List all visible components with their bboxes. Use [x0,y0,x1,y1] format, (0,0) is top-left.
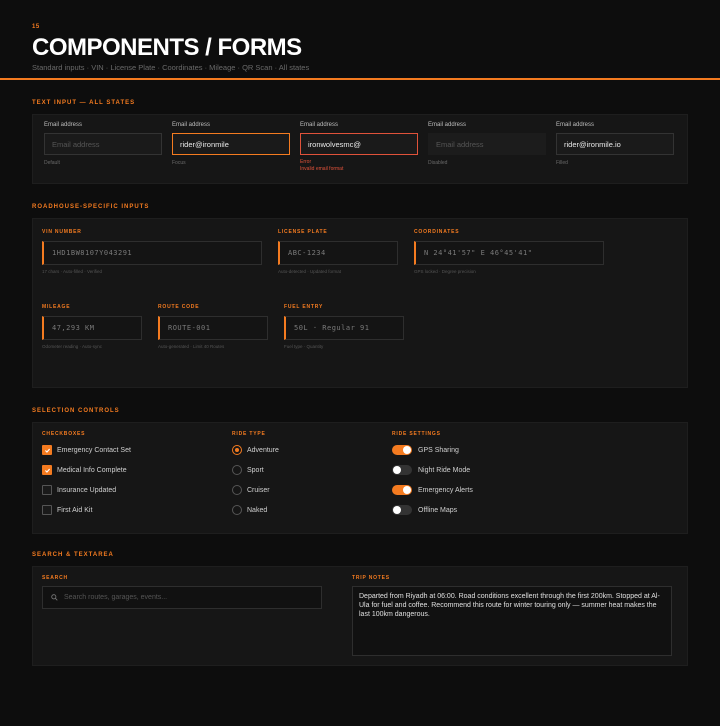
email-input-error[interactable]: ironwolvesmc@ [300,133,418,155]
radio-cruiser[interactable]: Cruiser [232,485,270,495]
roadhouse-panel: VIN NUMBER 1HD1BW8107Y043291 17 chars · … [32,218,688,388]
search-label: SEARCH [42,575,68,581]
checkbox-insurance[interactable]: Insurance Updated [42,485,116,495]
page-header: 15 COMPONENTS / FORMS Standard inputs · … [0,0,720,80]
radio-label: Cruiser [247,486,270,494]
checkbox-unchecked-icon[interactable] [42,505,52,515]
radio-unselected-icon[interactable] [232,485,242,495]
selection-panel: CHECKBOXES Emergency Contact Set Medical… [32,422,688,534]
radio-unselected-icon[interactable] [232,505,242,515]
plate-helper: Auto-detected · Updated format [278,269,342,274]
fuel-helper: Fuel type · Quantity [284,344,324,349]
coords-label: COORDINATES [414,229,460,235]
fuel-label: FUEL ENTRY [284,304,324,310]
checkboxes-label: CHECKBOXES [42,431,86,437]
radio-unselected-icon[interactable] [232,465,242,475]
coordinates-input[interactable]: N 24°41'57" E 46°45'41" [414,241,604,265]
fuel-entry-input[interactable]: 50L · Regular 91 [284,316,404,340]
state-label-disabled: Disabled [428,160,448,166]
toggle-label: GPS Sharing [418,446,459,454]
search-placeholder: Search routes, garages, events... [64,594,168,601]
toggle-label: Offline Maps [418,506,458,514]
page-title: COMPONENTS / FORMS [32,34,302,61]
radio-label: Sport [247,466,264,474]
radio-naked[interactable]: Naked [232,505,267,515]
ride-settings-label: RIDE SETTINGS [392,431,441,437]
field-label: Email address [556,122,595,128]
email-input-filled[interactable]: rider@ironmile.io [556,133,674,155]
toggle-off-icon[interactable] [392,505,412,515]
radio-label: Naked [247,506,268,514]
mileage-helper: Odometer reading · Auto-sync [42,344,103,349]
checkbox-checked-icon[interactable] [42,445,52,455]
error-message: Invalid email format [300,166,344,172]
vin-input[interactable]: 1HD1BW8107Y043291 [42,241,262,265]
radio-selected-icon[interactable] [232,445,242,455]
checkbox-label: Emergency Contact Set [57,446,131,454]
email-input-default[interactable]: Email address [44,133,162,155]
email-input-focus[interactable]: rider@ironmile [172,133,290,155]
notes-label: TRIP NOTES [352,575,390,581]
state-label-focus: Focus [172,160,186,166]
section-title-text-input: TEXT INPUT — ALL STATES [32,100,136,106]
checkbox-label: First Aid Kit [57,506,93,514]
state-label-filled: Filled [556,160,568,166]
route-label: ROUTE CODE [158,304,200,310]
checkbox-unchecked-icon[interactable] [42,485,52,495]
checkbox-medical-info[interactable]: Medical Info Complete [42,465,127,475]
field-label: Email address [44,122,83,128]
section-title-roadhouse: ROADHOUSE-SPECIFIC INPUTS [32,204,150,210]
checkbox-first-aid[interactable]: First Aid Kit [42,505,92,515]
radio-label: Adventure [247,446,279,454]
toggle-night-ride[interactable]: Night Ride Mode [392,465,470,475]
toggle-off-icon[interactable] [392,465,412,475]
page-subtitle: Standard inputs · VIN · License Plate · … [32,63,310,72]
field-label: Email address [428,122,467,128]
state-label-default: Default [44,160,60,166]
toggle-label: Night Ride Mode [418,466,471,474]
email-input-disabled: Email address [428,133,546,155]
mileage-label: MILEAGE [42,304,71,310]
checkbox-label: Medical Info Complete [57,466,127,474]
toggle-label: Emergency Alerts [418,486,473,494]
search-icon [51,594,58,601]
toggle-on-icon[interactable] [392,445,412,455]
toggle-emergency-alerts[interactable]: Emergency Alerts [392,485,473,495]
trip-notes-textarea[interactable]: Departed from Riyadh at 06:00. Road cond… [352,586,672,656]
checkbox-emergency-contact[interactable]: Emergency Contact Set [42,445,131,455]
section-title-selection: SELECTION CONTROLS [32,408,120,414]
route-helper: Auto-generated · Limit 40 Routes [158,344,225,349]
field-label: Email address [172,122,211,128]
vin-helper: 17 chars · Auto-filled · Verified [42,269,103,274]
section-title-search: SEARCH & TEXTAREA [32,552,114,558]
checkbox-checked-icon[interactable] [42,465,52,475]
toggle-offline-maps[interactable]: Offline Maps [392,505,457,515]
field-label: Email address [300,122,339,128]
state-label-error: Error [300,159,312,165]
license-plate-input[interactable]: ABC-1234 [278,241,398,265]
page-number: 15 [32,24,40,30]
vin-label: VIN NUMBER [42,229,82,235]
toggle-gps-sharing[interactable]: GPS Sharing [392,445,459,455]
mileage-input[interactable]: 47,293 KM [42,316,142,340]
coords-helper: GPS locked · Degree precision [414,269,476,274]
radio-adventure[interactable]: Adventure [232,445,279,455]
ride-type-label: RIDE TYPE [232,431,266,437]
search-input[interactable]: Search routes, garages, events... [42,586,322,609]
plate-label: LICENSE PLATE [278,229,328,235]
route-code-input[interactable]: ROUTE-001 [158,316,268,340]
radio-sport[interactable]: Sport [232,465,264,475]
text-input-panel: Email address Email address Default Emai… [32,114,688,184]
toggle-on-icon[interactable] [392,485,412,495]
checkbox-label: Insurance Updated [57,486,117,494]
